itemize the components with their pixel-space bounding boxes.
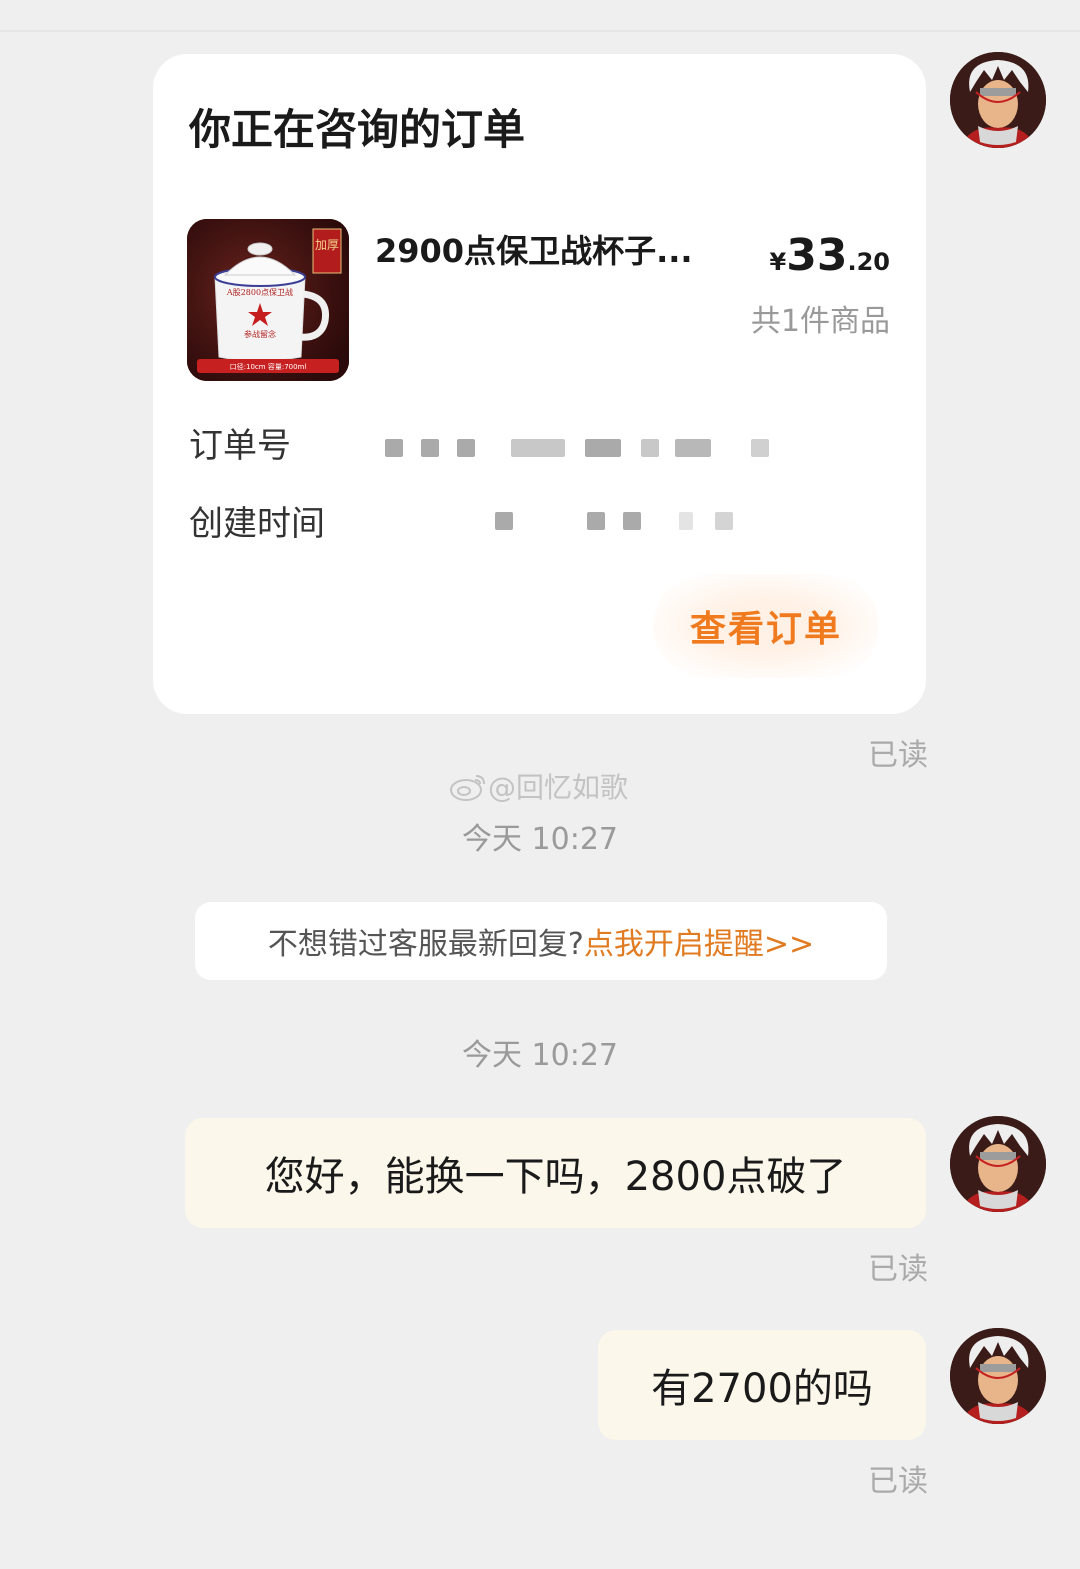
- order-card-title: 你正在咨询的订单: [189, 105, 526, 154]
- mug-subtext: 参战留念: [244, 329, 276, 339]
- top-divider: [0, 30, 1080, 32]
- message-bubble[interactable]: 您好，能换一下吗，2800点破了: [185, 1118, 926, 1228]
- avatar[interactable]: [950, 1116, 1046, 1212]
- created-time-label: 创建时间: [189, 504, 325, 544]
- reply-reminder-banner[interactable]: 不想错过客服最新回复? 点我开启提醒>>: [195, 902, 887, 980]
- product-thumbnail[interactable]: 加厚 A股2800点保卫战 参战留念 口径:10cm 容量:700ml: [187, 219, 349, 381]
- product-name[interactable]: 2900点保卫战杯子...: [375, 226, 693, 272]
- reminder-text: 不想错过客服最新回复?: [267, 927, 584, 962]
- enable-reminder-link[interactable]: 点我开启提醒>>: [584, 919, 814, 963]
- read-status: 已读: [868, 1252, 928, 1287]
- order-number-label: 订单号: [189, 426, 291, 466]
- timestamp: 今天 10:27: [462, 1038, 618, 1073]
- product-price: ¥33.20: [770, 230, 890, 281]
- price-decimal: .20: [847, 248, 890, 276]
- avatar-image: [950, 52, 1046, 148]
- watermark: @回忆如歌: [448, 766, 628, 806]
- price-integer: 33: [786, 230, 848, 281]
- weibo-icon: [450, 775, 485, 801]
- price-currency: ¥: [769, 248, 787, 276]
- order-card[interactable]: 你正在咨询的订单 加厚 A股2800点保卫战 参战留念 口径:10cm 容量:7…: [153, 54, 926, 714]
- message-text: 您好，能换一下吗，2800点破了: [264, 1154, 847, 1200]
- mug-text: A股2800点保卫战: [226, 287, 293, 297]
- message-text: 有2700的吗: [651, 1366, 873, 1412]
- mug-banner: 口径:10cm 容量:700ml: [230, 362, 307, 371]
- avatar-image: [950, 1116, 1046, 1212]
- avatar[interactable]: [950, 52, 1046, 148]
- read-status: 已读: [868, 1464, 928, 1499]
- view-order-button[interactable]: 查看订单: [653, 574, 879, 678]
- avatar-image: [950, 1328, 1046, 1424]
- read-status: 已读: [868, 738, 928, 773]
- watermark-text: @回忆如歌: [488, 771, 629, 804]
- message-bubble[interactable]: 有2700的吗: [598, 1330, 926, 1440]
- badge-text: 加厚: [315, 238, 339, 252]
- item-count: 共1件商品: [750, 304, 890, 339]
- mug-image: 加厚 A股2800点保卫战 参战留念 口径:10cm 容量:700ml: [187, 219, 349, 381]
- avatar[interactable]: [950, 1328, 1046, 1424]
- timestamp: 今天 10:27: [462, 822, 618, 857]
